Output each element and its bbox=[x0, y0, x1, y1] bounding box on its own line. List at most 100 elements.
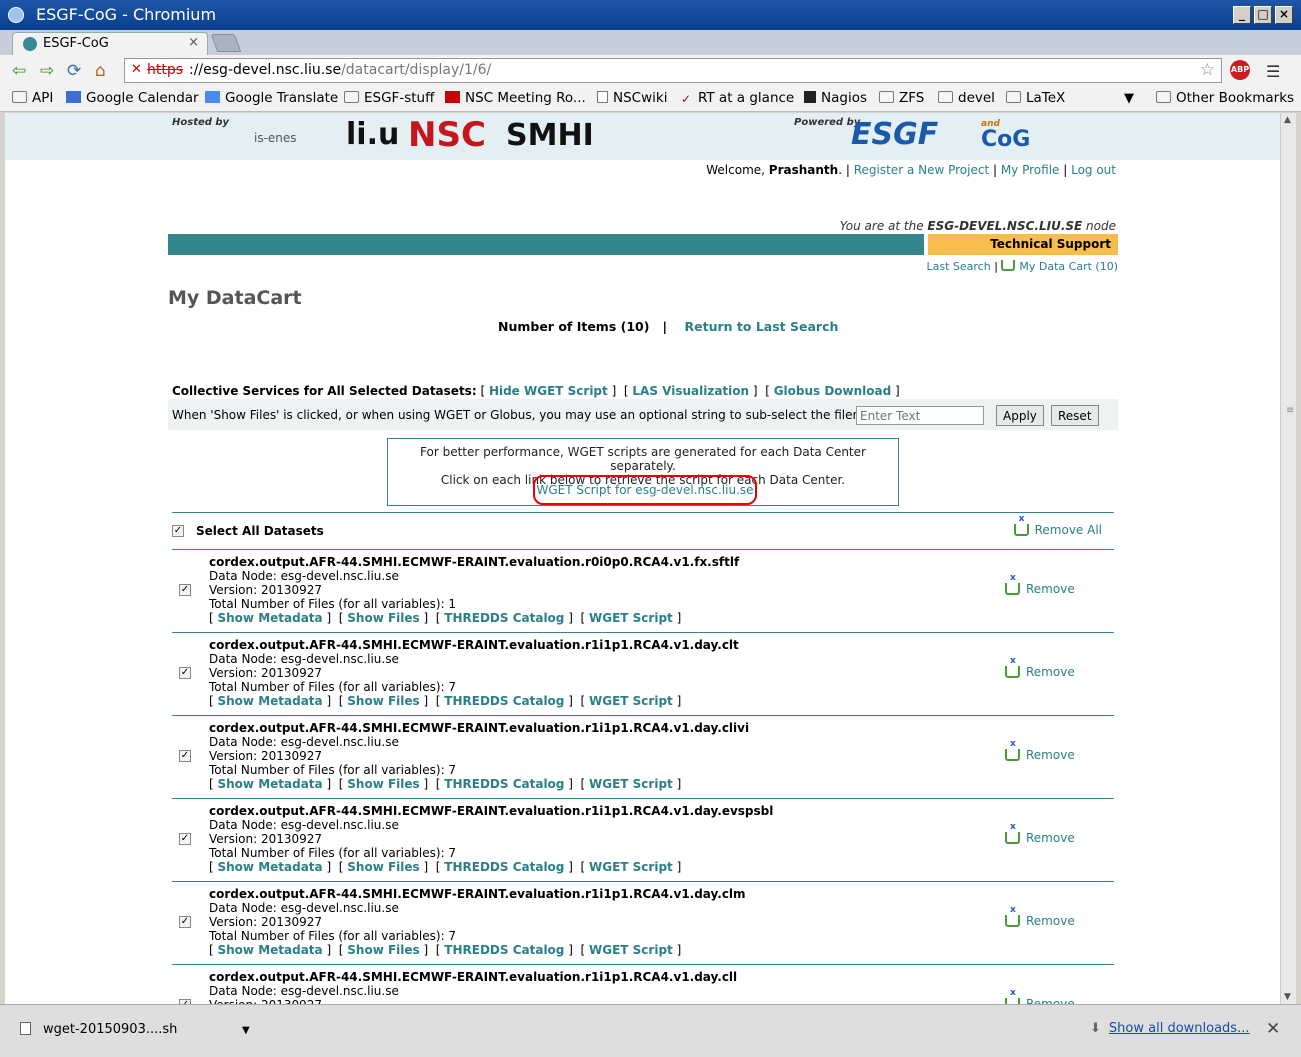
forward-arrow-icon[interactable]: ⇨ bbox=[40, 61, 54, 81]
bookmark-google-calendar[interactable]: Google Calendar bbox=[66, 90, 199, 106]
wget-script-link[interactable]: WGET Script bbox=[589, 943, 673, 957]
hide-wget-script-link[interactable]: Hide WGET Script bbox=[489, 384, 608, 398]
download-menu-icon[interactable]: ▼ bbox=[242, 1025, 250, 1036]
filter-text-input[interactable] bbox=[856, 406, 984, 425]
dataset-node: esg-devel.nsc.liu.se bbox=[280, 901, 399, 915]
show-files-link[interactable]: Show Files bbox=[347, 860, 419, 874]
apply-button[interactable]: Apply bbox=[996, 405, 1044, 426]
scroll-down-icon[interactable]: ▼ bbox=[1284, 992, 1291, 1002]
maximize-icon[interactable]: □ bbox=[1254, 6, 1272, 24]
dataset-version: 20130927 bbox=[260, 832, 323, 846]
remove-button[interactable]: Remove bbox=[1005, 656, 1075, 679]
show-files-link[interactable]: Show Files bbox=[347, 694, 419, 708]
wget-script-link[interactable]: WGET Script bbox=[589, 694, 673, 708]
browser-toolbar: ⇦ ⇨ ⟳ ⌂ ✕ https ://esg-devel.nsc.liu.se/… bbox=[0, 55, 1301, 87]
reload-icon[interactable]: ⟳ bbox=[67, 61, 81, 81]
bookmark-google-translate[interactable]: Google Translate bbox=[205, 90, 338, 106]
new-tab-button[interactable] bbox=[210, 34, 242, 52]
bookmark-esgf-stuff[interactable]: ESGF-stuff bbox=[344, 90, 434, 106]
remove-button[interactable]: Remove bbox=[1005, 905, 1075, 928]
back-arrow-icon[interactable]: ⇦ bbox=[12, 61, 26, 81]
dataset-row: ✓ cordex.output.AFR-44.SMHI.ECMWF-ERAINT… bbox=[172, 716, 1114, 799]
dataset-checkbox[interactable]: ✓ bbox=[179, 833, 191, 845]
reset-button[interactable]: Reset bbox=[1051, 405, 1099, 426]
scroll-grip-icon[interactable]: ≡ bbox=[1286, 405, 1294, 416]
thredds-catalog-link[interactable]: THREDDS Catalog bbox=[444, 694, 564, 708]
dataset-files: 1 bbox=[448, 597, 457, 611]
remove-button[interactable]: Remove bbox=[1005, 822, 1075, 845]
wget-script-link[interactable]: WGET Script bbox=[589, 611, 673, 625]
bookmark-latex[interactable]: LaTeX bbox=[1006, 90, 1065, 106]
show-files-link[interactable]: Show Files bbox=[347, 611, 419, 625]
download-item[interactable]: wget-20150903....sh bbox=[20, 1022, 177, 1037]
bookmark-zfs[interactable]: ZFS bbox=[879, 90, 924, 106]
site-header: Hosted by is-enes li.u NSC SMHI Powered … bbox=[5, 113, 1280, 160]
tab-esgf-cog[interactable]: ESGF-CoG × bbox=[12, 32, 208, 55]
bookmark-nsc-meeting[interactable]: NSC Meeting Ro... bbox=[445, 90, 586, 106]
thredds-catalog-link[interactable]: THREDDS Catalog bbox=[444, 860, 564, 874]
dataset-checkbox[interactable]: ✓ bbox=[179, 916, 191, 928]
close-window-icon[interactable]: × bbox=[1275, 6, 1293, 24]
dataset-checkbox[interactable]: ✓ bbox=[179, 750, 191, 762]
select-all-checkbox[interactable]: ✓ bbox=[172, 525, 184, 537]
page-scrollbar[interactable]: ▲ ≡ ▼ bbox=[1280, 113, 1296, 1004]
thredds-catalog-link[interactable]: THREDDS Catalog bbox=[444, 943, 564, 957]
technical-support-button[interactable]: Technical Support bbox=[928, 234, 1118, 255]
minimize-icon[interactable]: _ bbox=[1233, 6, 1251, 24]
my-profile-link[interactable]: My Profile bbox=[1001, 163, 1060, 177]
home-icon[interactable]: ⌂ bbox=[95, 61, 106, 81]
dataset-checkbox[interactable]: ✓ bbox=[179, 667, 191, 679]
wget-script-link[interactable]: WGET Script bbox=[589, 777, 673, 791]
show-files-link[interactable]: Show Files bbox=[347, 777, 419, 791]
las-visualization-link[interactable]: LAS Visualization bbox=[632, 384, 749, 398]
remove-all-button[interactable]: Remove All bbox=[1013, 514, 1102, 537]
bookmark-other[interactable]: Other Bookmarks bbox=[1156, 90, 1294, 106]
show-metadata-link[interactable]: Show Metadata bbox=[218, 943, 323, 957]
remove-button[interactable]: Remove bbox=[1005, 573, 1075, 596]
show-metadata-link[interactable]: Show Metadata bbox=[218, 611, 323, 625]
adblock-icon[interactable]: ABP bbox=[1230, 60, 1250, 80]
folder-icon bbox=[879, 91, 894, 103]
dataset-checkbox[interactable]: ✓ bbox=[179, 584, 191, 596]
remove-button[interactable]: Remove bbox=[1005, 739, 1075, 762]
dataset-name: cordex.output.AFR-44.SMHI.ECMWF-ERAINT.e… bbox=[209, 555, 740, 569]
chrome-menu-icon[interactable]: ☰ bbox=[1266, 62, 1280, 81]
show-files-link[interactable]: Show Files bbox=[347, 943, 419, 957]
globus-download-link[interactable]: Globus Download bbox=[774, 384, 892, 398]
wget-script-link[interactable]: WGET Script bbox=[589, 860, 673, 874]
logout-link[interactable]: Log out bbox=[1071, 163, 1116, 177]
show-metadata-link[interactable]: Show Metadata bbox=[218, 694, 323, 708]
thredds-catalog-link[interactable]: THREDDS Catalog bbox=[444, 611, 564, 625]
scroll-up-icon[interactable]: ▲ bbox=[1284, 115, 1291, 125]
last-search-link[interactable]: Last Search bbox=[927, 260, 991, 273]
sublinks: Last Search | My Data Cart (10) bbox=[926, 260, 1118, 273]
wget-script-datacenter-link[interactable]: WGET Script for esg-devel.nsc.liu.se bbox=[536, 483, 753, 497]
tab-label: ESGF-CoG bbox=[43, 36, 109, 51]
my-data-cart-link[interactable]: My Data Cart (10) bbox=[1019, 260, 1118, 273]
bookmarks-overflow-icon[interactable]: ▼ bbox=[1124, 91, 1134, 106]
bookmark-devel[interactable]: devel bbox=[938, 90, 995, 106]
bookmark-nagios[interactable]: Nagios bbox=[804, 90, 867, 106]
bookmark-api[interactable]: API bbox=[12, 90, 53, 106]
url-scheme: https bbox=[147, 62, 184, 78]
node-indicator: You are at the ESG-DEVEL.NSC.LIU.SE node bbox=[839, 219, 1116, 233]
folder-icon bbox=[344, 91, 359, 103]
filter-description: When 'Show Files' is clicked, or when us… bbox=[172, 408, 897, 422]
bookmark-rt[interactable]: ✓ RT at a glance bbox=[681, 90, 794, 106]
bookmark-star-icon[interactable]: ☆ bbox=[1200, 60, 1215, 80]
welcome-bar: Welcome, Prashanth. | Register a New Pro… bbox=[706, 163, 1116, 177]
tab-close-icon[interactable]: × bbox=[188, 35, 199, 50]
show-metadata-link[interactable]: Show Metadata bbox=[218, 860, 323, 874]
return-to-last-search-link[interactable]: Return to Last Search bbox=[685, 319, 839, 334]
cart-icon bbox=[1001, 260, 1016, 271]
show-all-downloads-link[interactable]: Show all downloads... bbox=[1109, 1021, 1250, 1036]
remove-button[interactable]: Remove bbox=[1005, 988, 1075, 1004]
close-downloads-icon[interactable]: ✕ bbox=[1266, 1019, 1280, 1039]
item-count: Number of Items (10) bbox=[498, 319, 650, 334]
show-metadata-link[interactable]: Show Metadata bbox=[218, 777, 323, 791]
cart-remove-icon bbox=[1005, 573, 1020, 595]
bookmark-nscwiki[interactable]: NSCwiki bbox=[597, 90, 667, 106]
register-project-link[interactable]: Register a New Project bbox=[854, 163, 989, 177]
thredds-catalog-link[interactable]: THREDDS Catalog bbox=[444, 777, 564, 791]
address-bar[interactable]: ✕ https ://esg-devel.nsc.liu.se/datacart… bbox=[124, 58, 1222, 83]
